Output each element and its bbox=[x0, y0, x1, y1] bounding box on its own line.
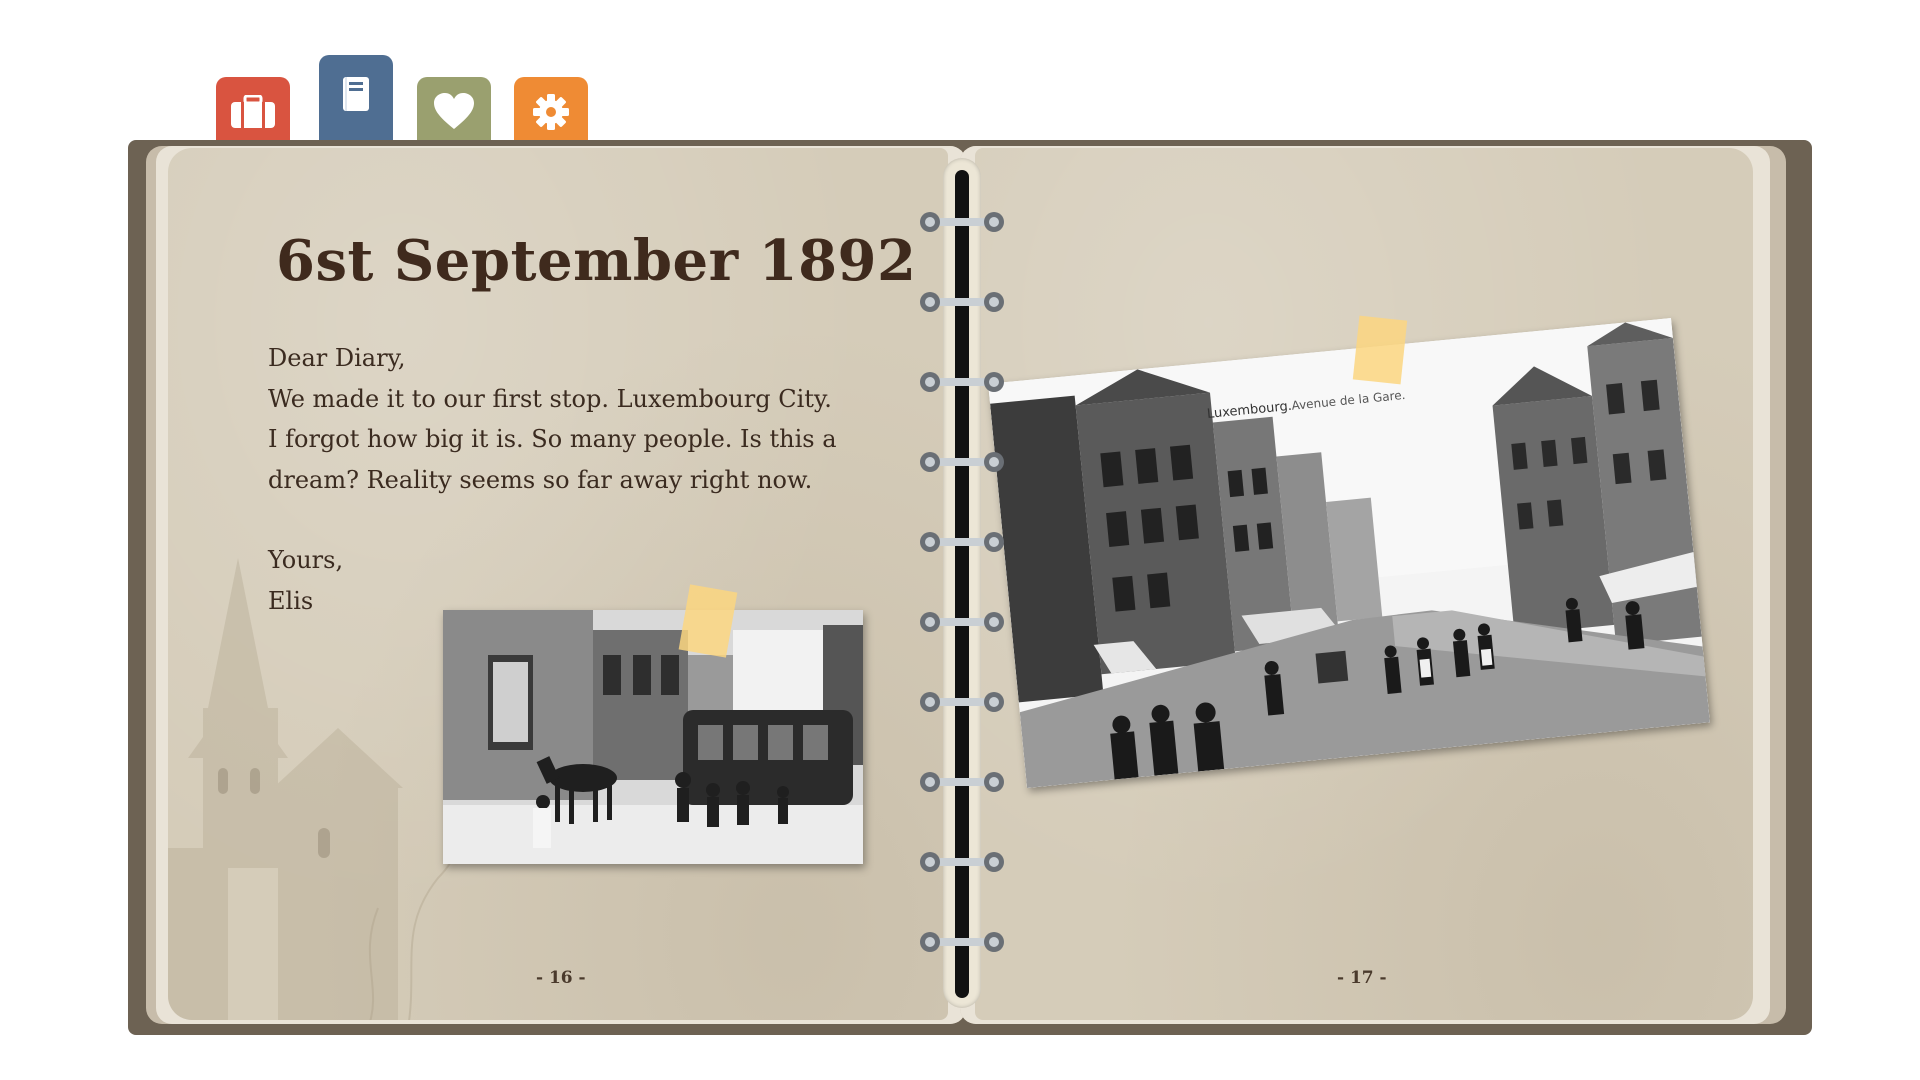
entry-line: We made it to our first stop. Luxembourg… bbox=[268, 384, 832, 413]
binder-ring bbox=[918, 770, 1006, 794]
tape-strip bbox=[1352, 315, 1408, 385]
entry-closing: Yours, bbox=[268, 546, 344, 574]
binder-ring bbox=[918, 610, 1006, 634]
binder-ring bbox=[918, 930, 1006, 954]
entry-date-title: 6st September 1892 bbox=[276, 228, 917, 294]
binder-ring bbox=[918, 290, 1006, 314]
binder-ring bbox=[918, 370, 1006, 394]
postcard-photo[interactable]: Luxembourg. Avenue de la Gare. bbox=[988, 318, 1710, 788]
entry-line: dream? Reality seems so far away right n… bbox=[268, 465, 813, 494]
tab-settings[interactable] bbox=[514, 77, 588, 147]
suitcase-icon bbox=[230, 95, 276, 129]
diary-entry: Dear Diary, We made it to our first stop… bbox=[268, 338, 868, 621]
gear-icon bbox=[531, 92, 571, 132]
tram-photo[interactable] bbox=[443, 610, 863, 864]
entry-line: I forgot how big it is. So many people. … bbox=[268, 425, 837, 453]
page-number-right: - 17 - bbox=[1337, 968, 1387, 988]
binder-ring bbox=[918, 530, 1006, 554]
tab-diary[interactable] bbox=[319, 55, 393, 147]
binder-ring bbox=[918, 450, 1006, 474]
tab-travel[interactable] bbox=[216, 77, 290, 147]
binder-ring bbox=[918, 210, 1006, 234]
left-page: 6st September 1892 Dear Diary, We made i… bbox=[168, 148, 948, 1020]
heart-icon bbox=[433, 93, 475, 131]
notebook-icon bbox=[341, 76, 371, 112]
page-number-left: - 16 - bbox=[536, 968, 586, 988]
binder-ring bbox=[918, 690, 1006, 714]
binder-ring bbox=[918, 850, 1006, 874]
entry-line: Dear Diary, bbox=[268, 344, 406, 372]
tab-favorites[interactable] bbox=[417, 77, 491, 147]
